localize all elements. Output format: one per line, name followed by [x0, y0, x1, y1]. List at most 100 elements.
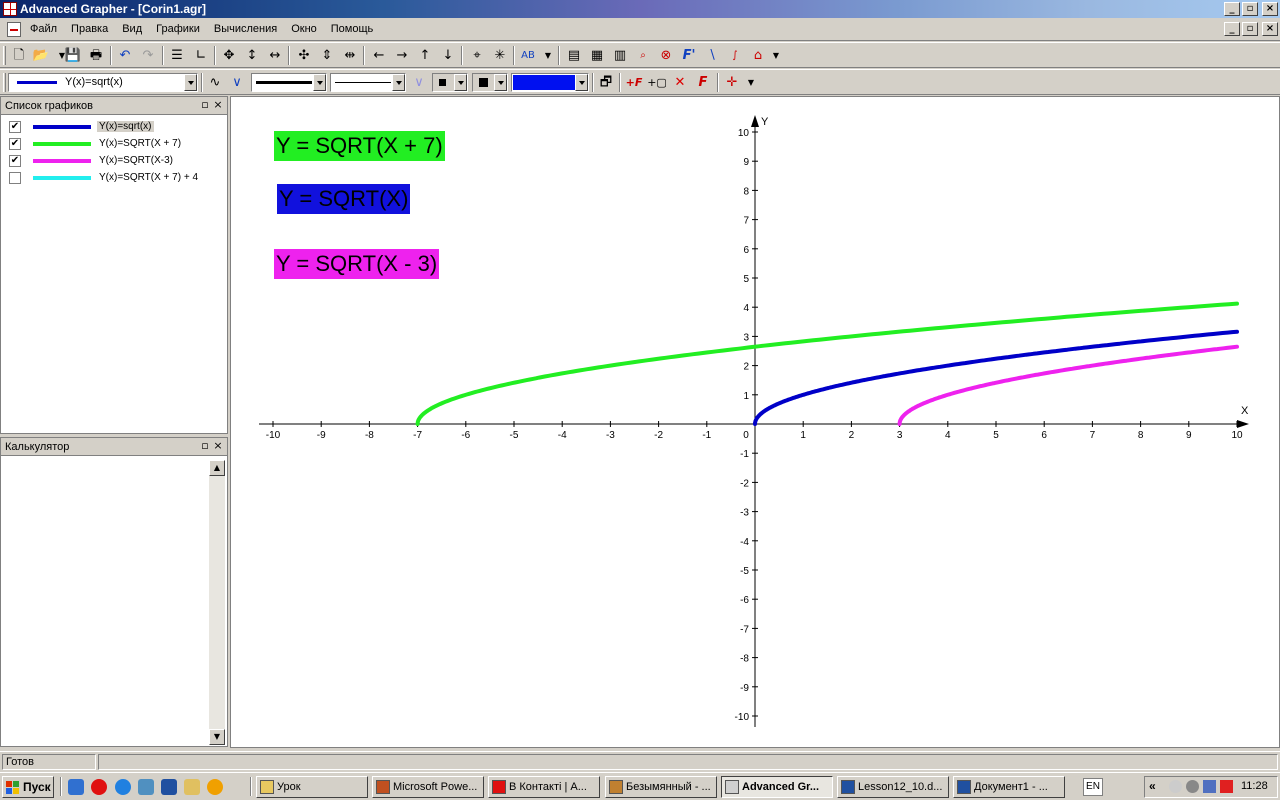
tray-expand-icon[interactable]: «: [1149, 779, 1156, 793]
media-player-icon[interactable]: [207, 779, 223, 795]
menu-edit[interactable]: Правка: [69, 23, 110, 35]
graph-visibility-checkbox[interactable]: [9, 171, 21, 184]
ie-icon[interactable]: [68, 779, 84, 795]
toolbar-grip[interactable]: [3, 46, 6, 65]
outlook-icon[interactable]: [138, 779, 154, 795]
graph-visibility-checkbox[interactable]: ✔: [9, 120, 21, 133]
marker-style-icon[interactable]: ∨: [409, 73, 429, 92]
graph-color-combo[interactable]: [511, 73, 589, 92]
graph-selector-combo[interactable]: Y(x)=sqrt(x): [8, 73, 198, 92]
axes-settings-icon[interactable]: ∟: [191, 46, 211, 65]
text-dropdown-icon[interactable]: ▼: [538, 46, 558, 65]
center-icon[interactable]: ⌖: [467, 46, 487, 65]
zoom-in-icon[interactable]: ✣: [294, 46, 314, 65]
zoom-vertical-icon[interactable]: ⇕: [317, 46, 337, 65]
check-style-icon[interactable]: ∨: [227, 73, 247, 92]
document-icon[interactable]: [7, 22, 21, 37]
line-width-combo[interactable]: [251, 73, 327, 92]
close-button[interactable]: ×: [1262, 2, 1278, 16]
roots-icon[interactable]: ⊗: [656, 46, 676, 65]
marker-shape-combo[interactable]: [432, 73, 468, 92]
delete-graph-icon[interactable]: ✕: [670, 73, 690, 92]
start-button[interactable]: Пуск: [2, 776, 54, 798]
maximize-button[interactable]: ▫: [1242, 2, 1258, 16]
calculator-input-area[interactable]: [3, 460, 207, 745]
text-label-icon[interactable]: AB: [518, 46, 538, 65]
graph-list-label[interactable]: Y(x)=sqrt(x): [97, 121, 154, 132]
taskbar-button[interactable]: Документ1 - ...: [953, 776, 1065, 798]
formula-label-sqrt-x-plus-7[interactable]: Y = SQRT(X + 7): [274, 131, 445, 161]
tray-volume-icon[interactable]: [1186, 780, 1199, 793]
edit-graph-icon[interactable]: F: [693, 73, 713, 92]
new-file-icon[interactable]: 🗋: [9, 46, 29, 65]
formula-label-sqrt-x[interactable]: Y = SQRT(X): [277, 184, 411, 214]
intersection-icon[interactable]: ⌕: [633, 46, 653, 65]
arrow-up-icon[interactable]: ↑: [415, 46, 435, 65]
chevron-down-icon[interactable]: [184, 74, 197, 91]
taskbar-button[interactable]: В Контакті | А...: [488, 776, 600, 798]
taskbar-button[interactable]: Безымянный - ...: [605, 776, 717, 798]
minimize-button[interactable]: _: [1224, 2, 1240, 16]
tray-app-icon[interactable]: [1203, 780, 1216, 793]
graph-list-icon[interactable]: ☰: [167, 46, 187, 65]
table-icon[interactable]: ▥: [610, 46, 630, 65]
move-horizontal-icon[interactable]: ↔: [265, 46, 285, 65]
toolbar-grip-2[interactable]: [3, 73, 6, 92]
undo-icon[interactable]: ↶: [115, 46, 135, 65]
integral-icon[interactable]: ∫: [725, 46, 745, 65]
arrow-down-icon[interactable]: ↓: [438, 46, 458, 65]
menu-view[interactable]: Вид: [120, 23, 144, 35]
chevron-down-icon[interactable]: [494, 74, 507, 91]
scroll-up-icon[interactable]: ▲: [209, 460, 225, 476]
statistics-icon[interactable]: ⌂: [748, 46, 768, 65]
move-icon[interactable]: ✥: [219, 46, 239, 65]
calculator-scrollbar[interactable]: ▲ ▼: [209, 460, 225, 745]
arrow-right-icon[interactable]: →: [392, 46, 412, 65]
add-object-icon[interactable]: +▢: [647, 73, 667, 92]
doc-close-button[interactable]: ×: [1262, 22, 1278, 36]
redo-icon[interactable]: ↷: [138, 46, 158, 65]
more-tools-dropdown-icon[interactable]: ▼: [766, 46, 786, 65]
calculator-icon[interactable]: ▦: [587, 46, 607, 65]
graph-list-item[interactable]: ✔ Y(x)=SQRT(X-3): [9, 152, 175, 169]
formula-label-sqrt-x-minus-3[interactable]: Y = SQRT(X - 3): [274, 249, 440, 279]
print-icon[interactable]: 🖶: [86, 46, 106, 65]
menu-graphs[interactable]: Графики: [154, 23, 202, 35]
add-graph-icon[interactable]: +F: [624, 73, 644, 92]
open-folder-icon[interactable]: 📂: [31, 46, 51, 65]
title-bar[interactable]: Advanced Grapher - [Corin1.agr] _ ▫ ×: [0, 0, 1280, 18]
dock-icon[interactable]: ▫: [199, 440, 211, 452]
derivative-icon[interactable]: F': [679, 46, 699, 65]
doc-minimize-button[interactable]: _: [1224, 22, 1240, 36]
chevron-down-icon[interactable]: [392, 74, 405, 91]
taskbar-button[interactable]: Microsoft Powe...: [372, 776, 484, 798]
chevron-down-icon[interactable]: [454, 74, 467, 91]
app-icon[interactable]: [161, 779, 177, 795]
doc-restore-button[interactable]: ▫: [1242, 22, 1258, 36]
line-style-combo[interactable]: [330, 73, 406, 92]
taskbar-button[interactable]: Lesson12_10.d...: [837, 776, 949, 798]
point-dropdown-icon[interactable]: ▼: [741, 73, 761, 92]
arrow-left-icon[interactable]: ←: [369, 46, 389, 65]
menu-help[interactable]: Помощь: [329, 23, 376, 35]
opera-icon[interactable]: [91, 779, 107, 795]
graph-list-item[interactable]: ✔ Y(x)=sqrt(x): [9, 118, 154, 135]
marker-size-combo[interactable]: [472, 73, 508, 92]
graph-settings-icon[interactable]: 🗗: [596, 73, 616, 92]
chevron-down-icon[interactable]: [575, 74, 588, 91]
point-tool-icon[interactable]: ✛: [722, 73, 742, 92]
graph-properties-icon[interactable]: ▤: [564, 46, 584, 65]
taskbar-button[interactable]: Advanced Gr...: [721, 776, 833, 798]
graph-visibility-checkbox[interactable]: ✔: [9, 154, 21, 167]
browser-icon[interactable]: [115, 779, 131, 795]
dock-icon[interactable]: ▫: [199, 99, 211, 111]
graph-list-label[interactable]: Y(x)=SQRT(X + 7): [97, 138, 183, 149]
tangent-icon[interactable]: ∖: [702, 46, 722, 65]
graph-list-label[interactable]: Y(x)=SQRT(X-3): [97, 155, 175, 166]
zoom-horizontal-icon[interactable]: ⇹: [340, 46, 360, 65]
save-icon[interactable]: 💾: [63, 46, 83, 65]
chevron-down-icon[interactable]: [313, 74, 326, 91]
menu-calculations[interactable]: Вычисления: [212, 23, 279, 35]
tray-network-icon[interactable]: [1169, 780, 1182, 793]
plot-area[interactable]: X Y -10 -9 -8 -7 -6 -5 -4 -3 -2 -1 0 1 2 3 4 5 6 7 8 9 10 10 9 8 7…: [230, 96, 1280, 748]
